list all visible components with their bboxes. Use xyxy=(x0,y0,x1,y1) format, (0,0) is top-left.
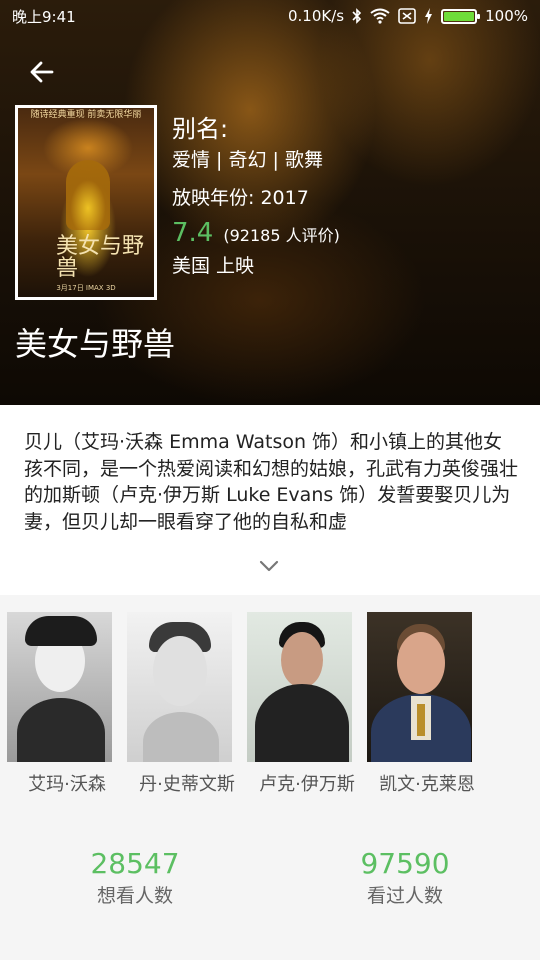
movie-poster[interactable]: 随诗经典重现 前卖无限华丽 美女与野兽 3月17日 IMAX 3D xyxy=(15,105,157,300)
poster-tagline: 随诗经典重现 前卖无限华丽 xyxy=(30,110,142,120)
poster-illustration xyxy=(66,160,110,230)
cast-item-dan-stevens[interactable]: 丹·史蒂文斯 xyxy=(127,612,247,796)
alias-label: 别名: xyxy=(172,115,229,143)
movie-title: 美女与野兽 xyxy=(15,325,176,363)
poster-title: 美女与野兽 xyxy=(56,234,145,281)
cast-item-emma-watson[interactable]: 艾玛·沃森 xyxy=(7,612,127,796)
watched-stat: 97590 看过人数 xyxy=(350,846,460,910)
status-icons: 0.10K/s 100% xyxy=(288,7,528,25)
back-arrow-icon xyxy=(30,61,54,83)
sim-icon xyxy=(398,8,416,24)
back-button[interactable] xyxy=(24,56,60,88)
cast-name: 丹·史蒂文斯 xyxy=(139,774,235,795)
cast-photo xyxy=(367,612,472,762)
bluetooth-icon xyxy=(352,8,362,24)
battery-icon xyxy=(441,8,481,24)
cast-name: 凯文·克莱恩 xyxy=(379,774,475,795)
movie-info: 别名: 爱情 | 奇幻 | 歌舞 放映年份: 2017 7.4 (92185 人… xyxy=(172,113,340,279)
synopsis-text: 贝儿（艾玛·沃森 Emma Watson 饰）和小镇上的其他女孩不同，是一个热爱… xyxy=(24,431,519,533)
rating-votes: (92185 人评价) xyxy=(223,226,340,245)
cast-photo xyxy=(247,612,352,762)
cast-name: 卢克·伊万斯 xyxy=(259,774,355,795)
genres: 爱情 | 奇幻 | 歌舞 xyxy=(172,149,323,171)
cast-photo xyxy=(127,612,232,762)
chevron-down-icon xyxy=(259,560,279,572)
charging-icon xyxy=(424,8,433,24)
status-time: 晚上9:41 xyxy=(12,7,76,26)
wifi-icon xyxy=(370,8,390,24)
want-count: 28547 xyxy=(90,847,180,880)
battery-level xyxy=(444,11,475,21)
battery-percent: 100% xyxy=(485,7,528,25)
want-to-watch-stat: 28547 想看人数 xyxy=(80,846,190,910)
cast-item-kevin-kline[interactable]: 凯文·克莱恩 xyxy=(367,612,487,796)
seen-count: 97590 xyxy=(360,847,450,880)
release-region: 美国 上映 xyxy=(172,255,255,277)
cast-photo xyxy=(7,612,112,762)
poster-release-info: 3月17日 IMAX 3D xyxy=(56,284,116,292)
status-bar: 晚上9:41 0.10K/s 100% xyxy=(0,0,540,32)
cast-item-luke-evans[interactable]: 卢克·伊万斯 xyxy=(247,612,367,796)
stats-section: 28547 想看人数 97590 看过人数 xyxy=(0,846,540,916)
cast-name: 艾玛·沃森 xyxy=(28,774,106,795)
cast-list: 艾玛·沃森 丹·史蒂文斯 卢克·伊万斯 凯文·克莱恩 xyxy=(0,612,540,802)
network-speed: 0.10K/s xyxy=(288,7,345,25)
rating-row: 7.4 (92185 人评价) xyxy=(172,217,340,249)
movie-header: 晚上9:41 0.10K/s 100% 随诗经典重现 前卖无限华丽 美女与野兽 … xyxy=(0,0,540,405)
seen-label: 看过人数 xyxy=(366,885,443,907)
release-year: 放映年份: 2017 xyxy=(172,187,309,209)
want-label: 想看人数 xyxy=(96,885,173,907)
expand-synopsis-button[interactable] xyxy=(254,553,284,579)
rating-score: 7.4 xyxy=(172,218,214,248)
synopsis-card: 贝儿（艾玛·沃森 Emma Watson 饰）和小镇上的其他女孩不同，是一个热爱… xyxy=(0,405,540,595)
